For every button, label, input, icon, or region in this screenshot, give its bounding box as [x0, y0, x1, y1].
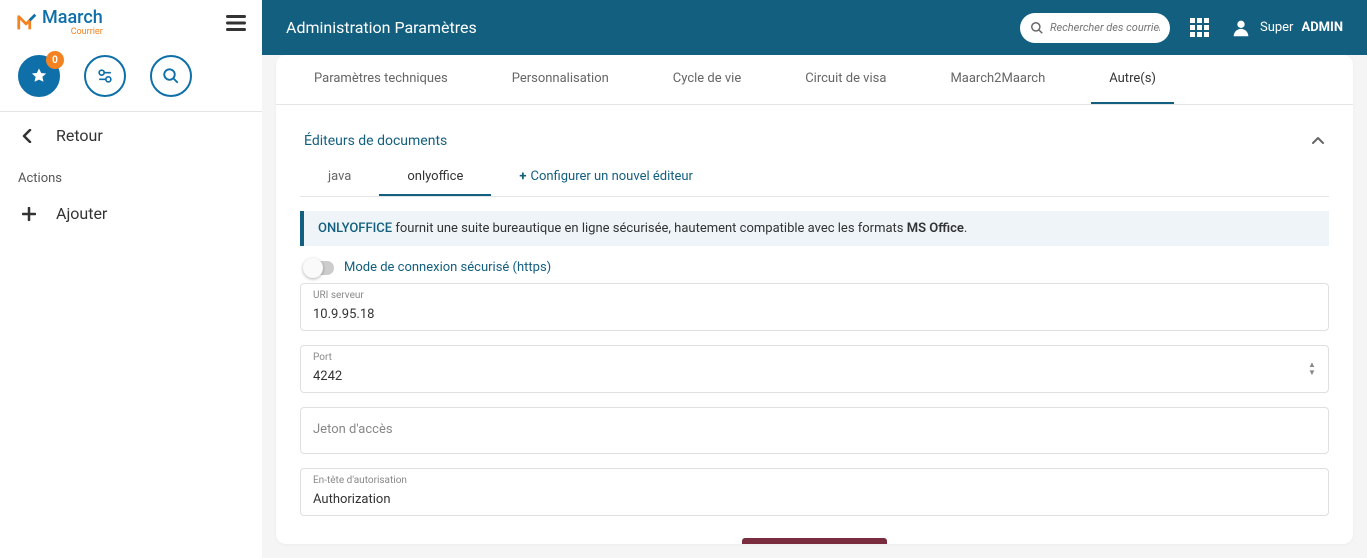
subtabs: java onlyoffice +Configurer un nouvel éd…: [300, 159, 1329, 197]
settings-shortcut-button[interactable]: [84, 55, 126, 97]
chevron-left-icon: [22, 129, 38, 143]
add-label: Ajouter: [56, 204, 107, 223]
logo-mark-icon: [16, 12, 38, 34]
search-icon: [1030, 21, 1044, 35]
shortcut-row: 0: [0, 45, 262, 111]
tab-technical[interactable]: Paramètres techniques: [296, 55, 466, 104]
subtab-onlyoffice[interactable]: onlyoffice: [379, 159, 491, 196]
token-field[interactable]: Jeton d'accès: [300, 407, 1329, 454]
auth-header-field[interactable]: En-tête d'autorisation: [300, 468, 1329, 516]
uri-field[interactable]: URI serveur: [300, 283, 1329, 331]
tab-lifecycle[interactable]: Cycle de vie: [655, 55, 759, 104]
banner-mid: fournit une suite bureautique en ligne s…: [392, 221, 907, 236]
sidebar: Maarch Courrier 0 Retour Actions Ajo: [0, 0, 262, 558]
https-toggle-label: Mode de connexion sécurisé (https): [344, 260, 551, 275]
uri-input[interactable]: [313, 307, 1316, 322]
actions-section-label: Actions: [0, 159, 262, 190]
disable-editor-button[interactable]: Désactiver l'éditeur: [742, 538, 887, 544]
tab-other[interactable]: Autre(s): [1091, 55, 1174, 104]
port-stepper[interactable]: ▲▼: [1308, 360, 1320, 378]
user-prefix: Super: [1260, 20, 1293, 35]
search-shortcut-button[interactable]: [150, 55, 192, 97]
subtab-config-new[interactable]: +Configurer un nouvel éditeur: [491, 159, 721, 196]
tab-maarch2maarch[interactable]: Maarch2Maarch: [932, 55, 1063, 104]
add-link[interactable]: Ajouter: [0, 190, 262, 237]
port-input[interactable]: [313, 369, 1316, 384]
main-tabs: Paramètres techniques Personnalisation C…: [276, 55, 1353, 105]
content: Paramètres techniques Personnalisation C…: [262, 55, 1367, 558]
menu-toggle-icon[interactable]: [226, 14, 246, 32]
chevron-up-icon[interactable]: [1311, 136, 1325, 146]
auth-header-label: En-tête d'autorisation: [313, 475, 1316, 486]
topbar: Administration Paramètres Super ADMIN: [262, 0, 1367, 55]
plus-icon: [22, 207, 38, 221]
search-input[interactable]: [1050, 21, 1160, 34]
user-icon: [1230, 17, 1252, 39]
page-title: Administration Paramètres: [286, 18, 477, 37]
favorites-badge: 0: [46, 51, 64, 69]
tab-personalization[interactable]: Personnalisation: [494, 55, 627, 104]
info-banner: ONLYOFFICE fournit une suite bureautique…: [300, 211, 1329, 246]
logo[interactable]: Maarch Courrier: [16, 8, 103, 37]
favorites-button[interactable]: 0: [18, 55, 60, 97]
subtab-java[interactable]: java: [300, 159, 379, 196]
action-row: Désactiver l'éditeur: [300, 530, 1329, 544]
plus-icon: +: [519, 169, 526, 184]
uri-label: URI serveur: [313, 290, 1316, 301]
back-label: Retour: [56, 126, 103, 145]
banner-tail: .: [964, 221, 967, 236]
main: Administration Paramètres Super ADMIN Pa…: [262, 0, 1367, 558]
port-label: Port: [313, 352, 1316, 363]
https-toggle-row: Mode de connexion sécurisé (https): [304, 260, 1329, 275]
port-field[interactable]: Port ▲▼: [300, 345, 1329, 393]
banner-brand: ONLYOFFICE: [318, 221, 392, 236]
banner-bold: MS Office: [907, 221, 964, 236]
https-toggle[interactable]: [304, 261, 334, 275]
user-menu[interactable]: Super ADMIN: [1230, 17, 1343, 39]
logo-text: Maarch Courrier: [42, 8, 103, 37]
card: Paramètres techniques Personnalisation C…: [276, 55, 1353, 544]
auth-header-input[interactable]: [313, 492, 1316, 507]
panel: Éditeurs de documents java onlyoffice +C…: [276, 105, 1353, 544]
apps-icon[interactable]: [1190, 18, 1210, 38]
back-link[interactable]: Retour: [0, 112, 262, 159]
search-box[interactable]: [1020, 13, 1170, 43]
section-title: Éditeurs de documents: [304, 133, 447, 149]
user-name: ADMIN: [1301, 20, 1343, 35]
tab-visa[interactable]: Circuit de visa: [787, 55, 904, 104]
token-label: Jeton d'accès: [313, 422, 1316, 437]
sidebar-top: Maarch Courrier: [0, 0, 262, 45]
section-header[interactable]: Éditeurs de documents: [300, 119, 1329, 159]
